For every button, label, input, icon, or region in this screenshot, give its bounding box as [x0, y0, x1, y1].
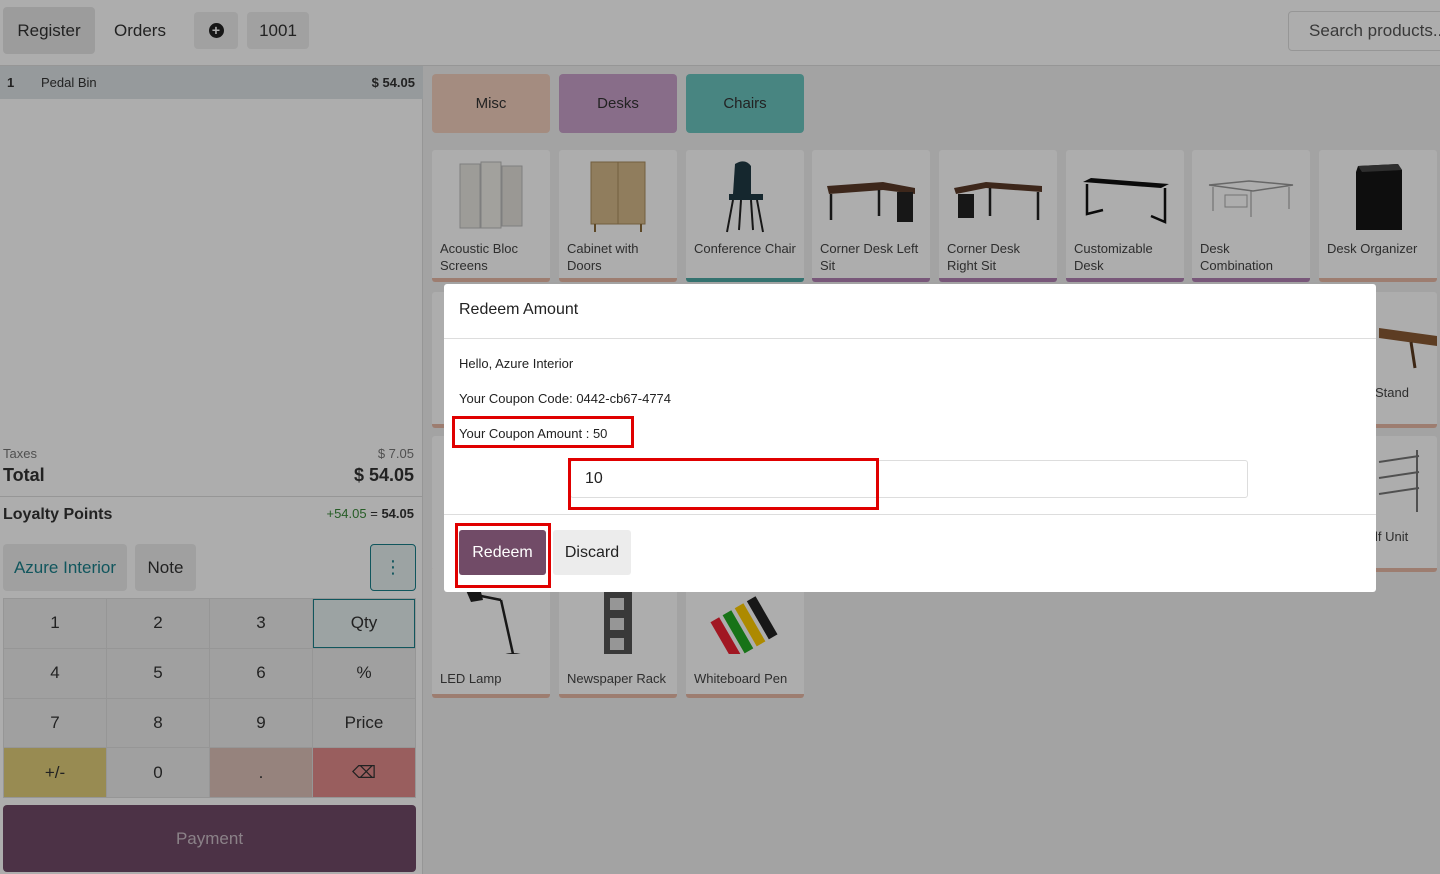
- greeting-text: Hello, Azure Interior: [459, 356, 574, 371]
- redeem-amount-dialog: Redeem Amount Hello, Azure Interior Your…: [444, 284, 1376, 592]
- footer-divider: [444, 514, 1376, 515]
- coupon-amount-text: Your Coupon Amount : 50: [459, 426, 608, 441]
- header-divider: [444, 338, 1376, 339]
- redeem-amount-value: 10: [585, 470, 603, 487]
- discard-button[interactable]: Discard: [553, 530, 631, 575]
- redeem-button[interactable]: Redeem: [459, 530, 546, 575]
- coupon-code-text: Your Coupon Code: 0442-cb67-4774: [459, 391, 672, 406]
- dialog-title: Redeem Amount: [459, 301, 579, 318]
- redeem-amount-input[interactable]: 10: [570, 460, 1248, 498]
